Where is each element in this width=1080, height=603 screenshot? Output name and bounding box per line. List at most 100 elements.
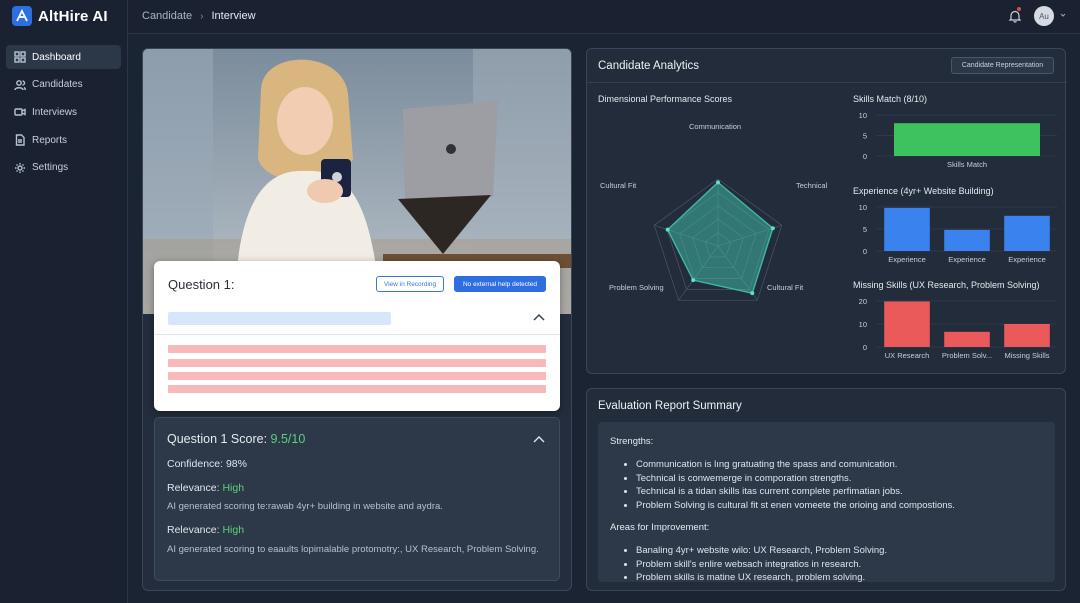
sidebar-item-settings[interactable]: Settings — [6, 156, 121, 180]
candidate-representation-button[interactable]: Candidate Representation — [951, 57, 1054, 74]
relevance-row-2: Relevance: High — [167, 524, 245, 536]
relevance-value: High — [222, 482, 245, 494]
analytics-title: Candidate Analytics — [598, 60, 700, 72]
chevron-up-icon[interactable] — [532, 312, 546, 322]
x-tick-label: Experience — [1008, 255, 1046, 264]
radar-axis-label: Problem Solving — [609, 283, 664, 292]
radar-title: Dimensional Performance Scores — [598, 94, 733, 104]
question-text-placeholder — [168, 312, 391, 325]
breadcrumb: Candidate › Interview — [142, 10, 256, 22]
avatar[interactable]: Au — [1034, 6, 1054, 26]
answer-text-placeholder — [168, 345, 546, 353]
report-body: Strengths: Communication is lıng gratuat… — [598, 422, 1055, 585]
chevron-right-icon: › — [200, 10, 204, 22]
y-tick-label: 10 — [859, 320, 867, 329]
gear-icon — [15, 162, 25, 173]
chart-title: Experience (4yr+ Website Building) — [853, 186, 994, 196]
bar — [944, 331, 990, 347]
breadcrumb-parent[interactable]: Candidate — [142, 10, 192, 22]
document-icon — [15, 134, 25, 146]
top-bar: Candidate › Interview Au — [128, 0, 1080, 34]
radar-point — [770, 226, 775, 231]
sidebar: AltHire AI Dashboard Candidates Intervie… — [0, 0, 128, 603]
answer-text-placeholder — [168, 359, 546, 367]
strengths-list: Communication is lıng gratuating the spa… — [636, 458, 955, 512]
help-detection-badge: No external help detected — [454, 276, 546, 292]
radar-chart — [653, 178, 783, 301]
chart-title: Missing Skills (UX Research, Problem Sol… — [853, 280, 1040, 290]
bar — [894, 123, 1040, 156]
evaluation-report-panel: Evaluation Report Summary Strengths: Com… — [586, 388, 1066, 591]
x-tick-label: Experience — [888, 255, 926, 264]
y-tick-label: 10 — [859, 111, 867, 120]
radar-point — [691, 278, 696, 283]
bar — [1004, 215, 1050, 251]
score-title: Question 1 Score: 9.5/10 — [167, 432, 306, 446]
question-title: Question 1: — [168, 277, 235, 292]
y-tick-label: 5 — [863, 225, 867, 234]
sidebar-nav: Dashboard Candidates Interviews Reports … — [6, 45, 121, 183]
divider — [154, 334, 560, 335]
radar-axis-label: Technical — [796, 181, 828, 190]
list-item: Technical is conwemerge in comporation s… — [636, 472, 955, 486]
answer-text-placeholder — [168, 385, 546, 393]
chart-title: Skills Match (8/10) — [853, 94, 928, 104]
chevron-up-icon[interactable] — [533, 435, 545, 443]
list-item: Technical is a tidan skills itas current… — [636, 485, 955, 499]
experience-chart: 10 5 0 Experience Experience Experience — [859, 203, 1057, 264]
sidebar-item-dashboard[interactable]: Dashboard — [6, 45, 121, 69]
improvement-list: Banaling 4yr+ website wilo: UX Research,… — [636, 544, 887, 585]
y-tick-label: 10 — [859, 203, 867, 212]
video-icon — [14, 108, 26, 117]
y-tick-label: 0 — [863, 343, 867, 352]
x-tick-label: Problem Solv... — [942, 351, 992, 360]
radar-point — [665, 227, 670, 232]
radar-axis-label: Communication — [689, 122, 742, 131]
confidence-text: Confidence: 98% — [167, 458, 247, 470]
sidebar-item-label: Candidates — [32, 79, 83, 91]
relevance-description-1: AI generated scoring te:rawab 4yr+ build… — [167, 501, 443, 512]
app-logo[interactable]: AltHire AI — [12, 6, 108, 26]
improvement-heading: Areas for Improvement: — [610, 522, 710, 533]
report-title: Evaluation Report Summary — [598, 400, 742, 412]
list-item: Banaling 4yr+ website wilo: UX Research,… — [636, 544, 887, 558]
question-card: Question 1: View in Recording No externa… — [154, 261, 560, 411]
bar — [944, 229, 990, 251]
y-tick-label: 0 — [863, 247, 867, 256]
bar — [884, 301, 930, 347]
list-item: Problem skills is matine UX research, pr… — [636, 571, 887, 585]
sidebar-item-label: Settings — [32, 162, 69, 174]
sidebar-item-reports[interactable]: Reports — [6, 128, 121, 152]
candidate-analytics-panel: Candidate Analytics Candidate Representa… — [586, 48, 1067, 374]
sidebar-item-label: Interviews — [32, 106, 78, 118]
skills-match-chart: 10 5 0 Skills Match — [859, 111, 1057, 169]
bar — [884, 207, 930, 251]
grid-icon — [14, 51, 26, 63]
bar — [1004, 324, 1050, 347]
radar-point — [716, 180, 720, 185]
chevron-down-icon[interactable] — [1060, 12, 1066, 18]
x-tick-label: UX Research — [885, 351, 930, 360]
question-score-card: Question 1 Score: 9.5/10 Confidence: 98%… — [154, 417, 560, 581]
view-recording-button[interactable]: View in Recording — [376, 276, 444, 292]
relevance-value: High — [222, 524, 245, 536]
list-item: Problem Solving is cultural fit st enen … — [636, 499, 955, 513]
sidebar-item-interviews[interactable]: Interviews — [6, 100, 121, 124]
relevance-row-1: Relevance: High — [167, 482, 245, 494]
divider — [587, 82, 1067, 83]
sidebar-item-label: Dashboard — [32, 51, 81, 63]
breadcrumb-current: Interview — [211, 10, 256, 22]
bell-icon[interactable] — [1008, 9, 1022, 23]
sidebar-item-candidates[interactable]: Candidates — [6, 73, 121, 97]
x-tick-label: Missing Skills — [1004, 351, 1049, 360]
missing-skills-chart: 20 10 0 UX Research Problem Solv... Missing S… — [859, 297, 1057, 360]
list-item: Problem skill's enlire websach integrati… — [636, 558, 887, 572]
radar-axis-label: Cultural Fit — [767, 283, 804, 292]
radar-point — [750, 291, 755, 296]
sidebar-item-label: Reports — [32, 134, 68, 146]
y-tick-label: 5 — [863, 132, 867, 141]
users-icon — [14, 79, 26, 90]
app-name: AltHire AI — [38, 7, 108, 25]
x-tick-label: Experience — [948, 255, 986, 264]
strengths-heading: Strengths: — [610, 436, 654, 447]
